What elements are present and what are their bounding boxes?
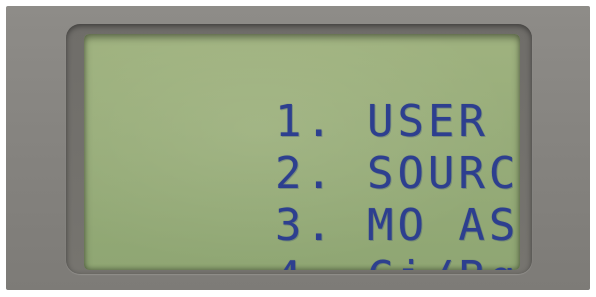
menu-item-number: 4. — [275, 252, 367, 270]
menu-item-number: 2. — [274, 148, 336, 199]
main-menu: 1. USER KEYS 2. SOURCES 3. MO ASSAY 4.Ci/Bq — [92, 44, 520, 270]
menu-item-label: USER KEYS — [366, 96, 520, 147]
menu-item-label: Ci/Bq — [367, 252, 519, 270]
menu-item-label: SOURCES — [366, 148, 520, 199]
lcd-screen: 1. USER KEYS 2. SOURCES 3. MO ASSAY 4.Ci/Bq — [84, 34, 520, 270]
menu-item-label: MO ASSAY — [366, 200, 520, 251]
menu-item-number: 3. — [274, 200, 336, 251]
menu-item-user-keys[interactable]: 1. USER KEYS — [92, 44, 520, 147]
menu-item-number: 1. — [274, 96, 336, 147]
